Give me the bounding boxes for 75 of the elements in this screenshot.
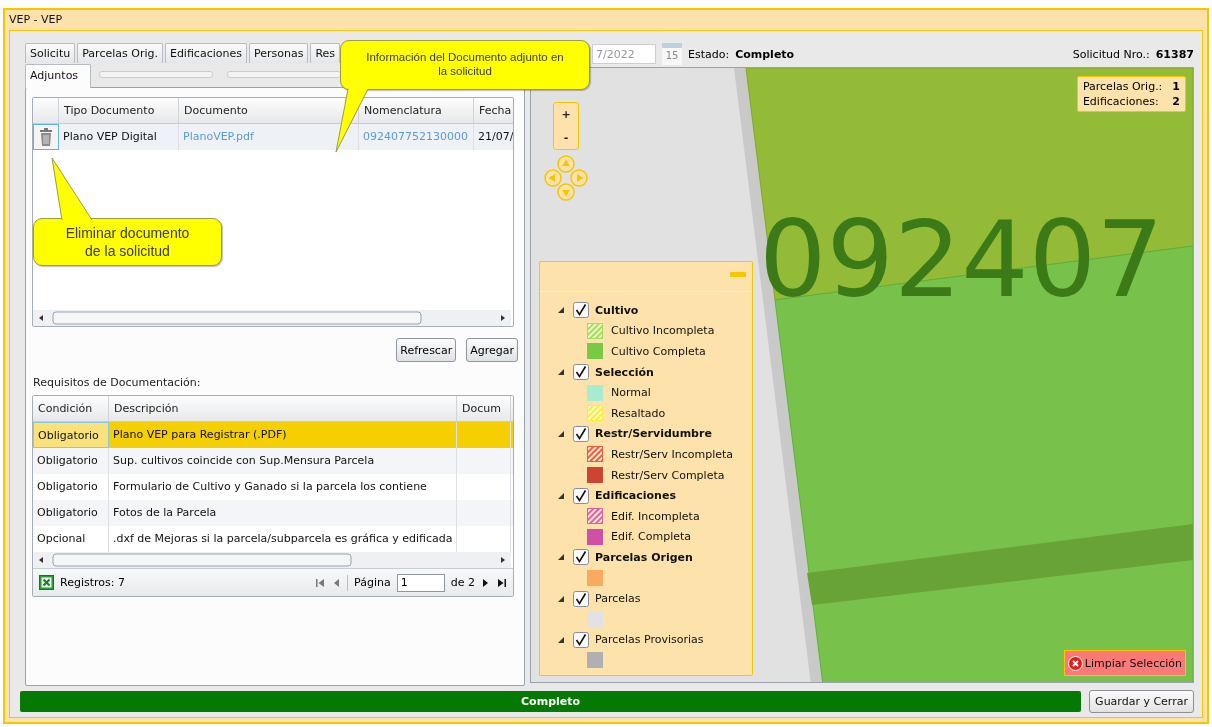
collapse-icon[interactable] xyxy=(557,429,565,438)
delete-button[interactable] xyxy=(33,124,59,150)
collapse-icon[interactable] xyxy=(557,306,565,315)
checkbox[interactable] xyxy=(573,549,589,566)
layer-label: Edificaciones xyxy=(595,489,676,503)
table-cell: Obligatorio xyxy=(33,422,109,448)
layer-label: Restr/Servidumbre xyxy=(595,427,712,441)
action-button[interactable]: Agregar xyxy=(466,338,518,362)
table-row[interactable]: Obligatorio Fotos de la Parcela xyxy=(33,500,513,526)
status-value: Completo xyxy=(735,47,795,61)
tab[interactable]: Adjuntos xyxy=(25,64,92,88)
zoom-out-button[interactable]: - xyxy=(554,126,578,149)
action-button[interactable]: Refrescar xyxy=(396,338,457,362)
save-close-button[interactable]: Guardar y Cerrar xyxy=(1089,690,1194,713)
legend-label: Restr/Serv Incompleta xyxy=(611,447,734,461)
horizontal-scrollbar[interactable] xyxy=(33,310,511,326)
table-cell: 21/07/ xyxy=(474,124,513,150)
page-label: Página xyxy=(354,576,391,589)
table-cell: Plano VEP Digital xyxy=(59,124,179,150)
checkbox[interactable] xyxy=(573,631,589,648)
table-row[interactable]: Obligatorio Plano VEP para Registrar (.PDF) xyxy=(33,422,513,448)
column-header[interactable]: Docum xyxy=(457,396,511,421)
legend-label: Edif. Completa xyxy=(611,530,692,544)
tab[interactable]: Parcelas Orig. xyxy=(77,43,163,63)
first-page-icon[interactable] xyxy=(315,577,326,588)
page-total: de 2 xyxy=(450,576,475,589)
legend-label: Resaltado xyxy=(611,406,666,420)
status-bar: Completo xyxy=(20,691,1082,712)
layer-label: Parcelas Provisorias xyxy=(595,633,704,647)
legend-label: Cultivo Incompleta xyxy=(611,324,715,338)
layer-label: Parcelas xyxy=(595,592,641,606)
page-input[interactable]: 1 xyxy=(396,573,445,592)
collapse-icon[interactable] xyxy=(557,491,565,500)
info-label: Edificaciones: xyxy=(1082,95,1159,108)
collapse-icon[interactable] xyxy=(557,635,565,644)
column-header[interactable]: Descripción xyxy=(109,396,457,421)
tab[interactable]: Solicitu xyxy=(25,43,76,63)
request-number: 61387 xyxy=(1155,47,1194,61)
collapse-icon[interactable] xyxy=(557,553,565,562)
clear-selection-button[interactable]: Limpiar Selección xyxy=(1063,650,1186,676)
legend-label: Cultivo Completa xyxy=(611,345,706,358)
layer-label: Selección xyxy=(595,365,654,379)
section-title: Requisitos de Documentación: xyxy=(33,376,202,389)
zoom-in-button[interactable]: + xyxy=(554,103,578,126)
info-value: 1 xyxy=(1172,80,1180,93)
tab[interactable]: Personas xyxy=(248,43,309,63)
horizontal-scrollbar[interactable] xyxy=(33,552,511,568)
checkbox[interactable] xyxy=(573,364,589,381)
layer-label: Cultivo xyxy=(595,303,639,317)
checkbox[interactable] xyxy=(573,302,589,319)
column-header[interactable]: Tipo Documento xyxy=(59,98,179,123)
info-label: Parcelas Orig.: xyxy=(1082,80,1163,93)
tab[interactable]: Res xyxy=(310,43,341,63)
legend-label: Normal xyxy=(611,386,651,400)
checkbox[interactable] xyxy=(573,590,589,607)
layer-label: Parcelas Origen xyxy=(595,550,693,564)
close-icon xyxy=(1067,655,1083,671)
legend-label: Restr/Serv Completa xyxy=(611,468,725,482)
tab[interactable]: Edificaciones xyxy=(164,43,247,63)
request-number-label: Solicitud Nro.: xyxy=(1072,47,1150,61)
checkbox[interactable] xyxy=(573,487,589,504)
window-title: VEP - VEP xyxy=(8,12,64,28)
table-row[interactable]: Obligatorio Sup. cultivos coincide con Sup.Mensura Parcela xyxy=(33,448,513,474)
trash-icon xyxy=(39,128,53,146)
column-header[interactable]: Fecha xyxy=(474,98,513,123)
last-page-icon[interactable] xyxy=(497,577,507,588)
spreadsheet-export-icon[interactable] xyxy=(39,575,54,590)
collapse-icon[interactable] xyxy=(557,594,565,603)
column-header[interactable]: Condición xyxy=(33,396,109,421)
status-label: Estado: xyxy=(688,47,730,61)
legend-label: Edif. Incompleta xyxy=(611,509,700,523)
info-value: 2 xyxy=(1172,95,1180,108)
checkbox[interactable] xyxy=(573,425,589,442)
record-count: Registros: 7 xyxy=(60,576,125,589)
collapse-icon[interactable] xyxy=(557,368,565,377)
